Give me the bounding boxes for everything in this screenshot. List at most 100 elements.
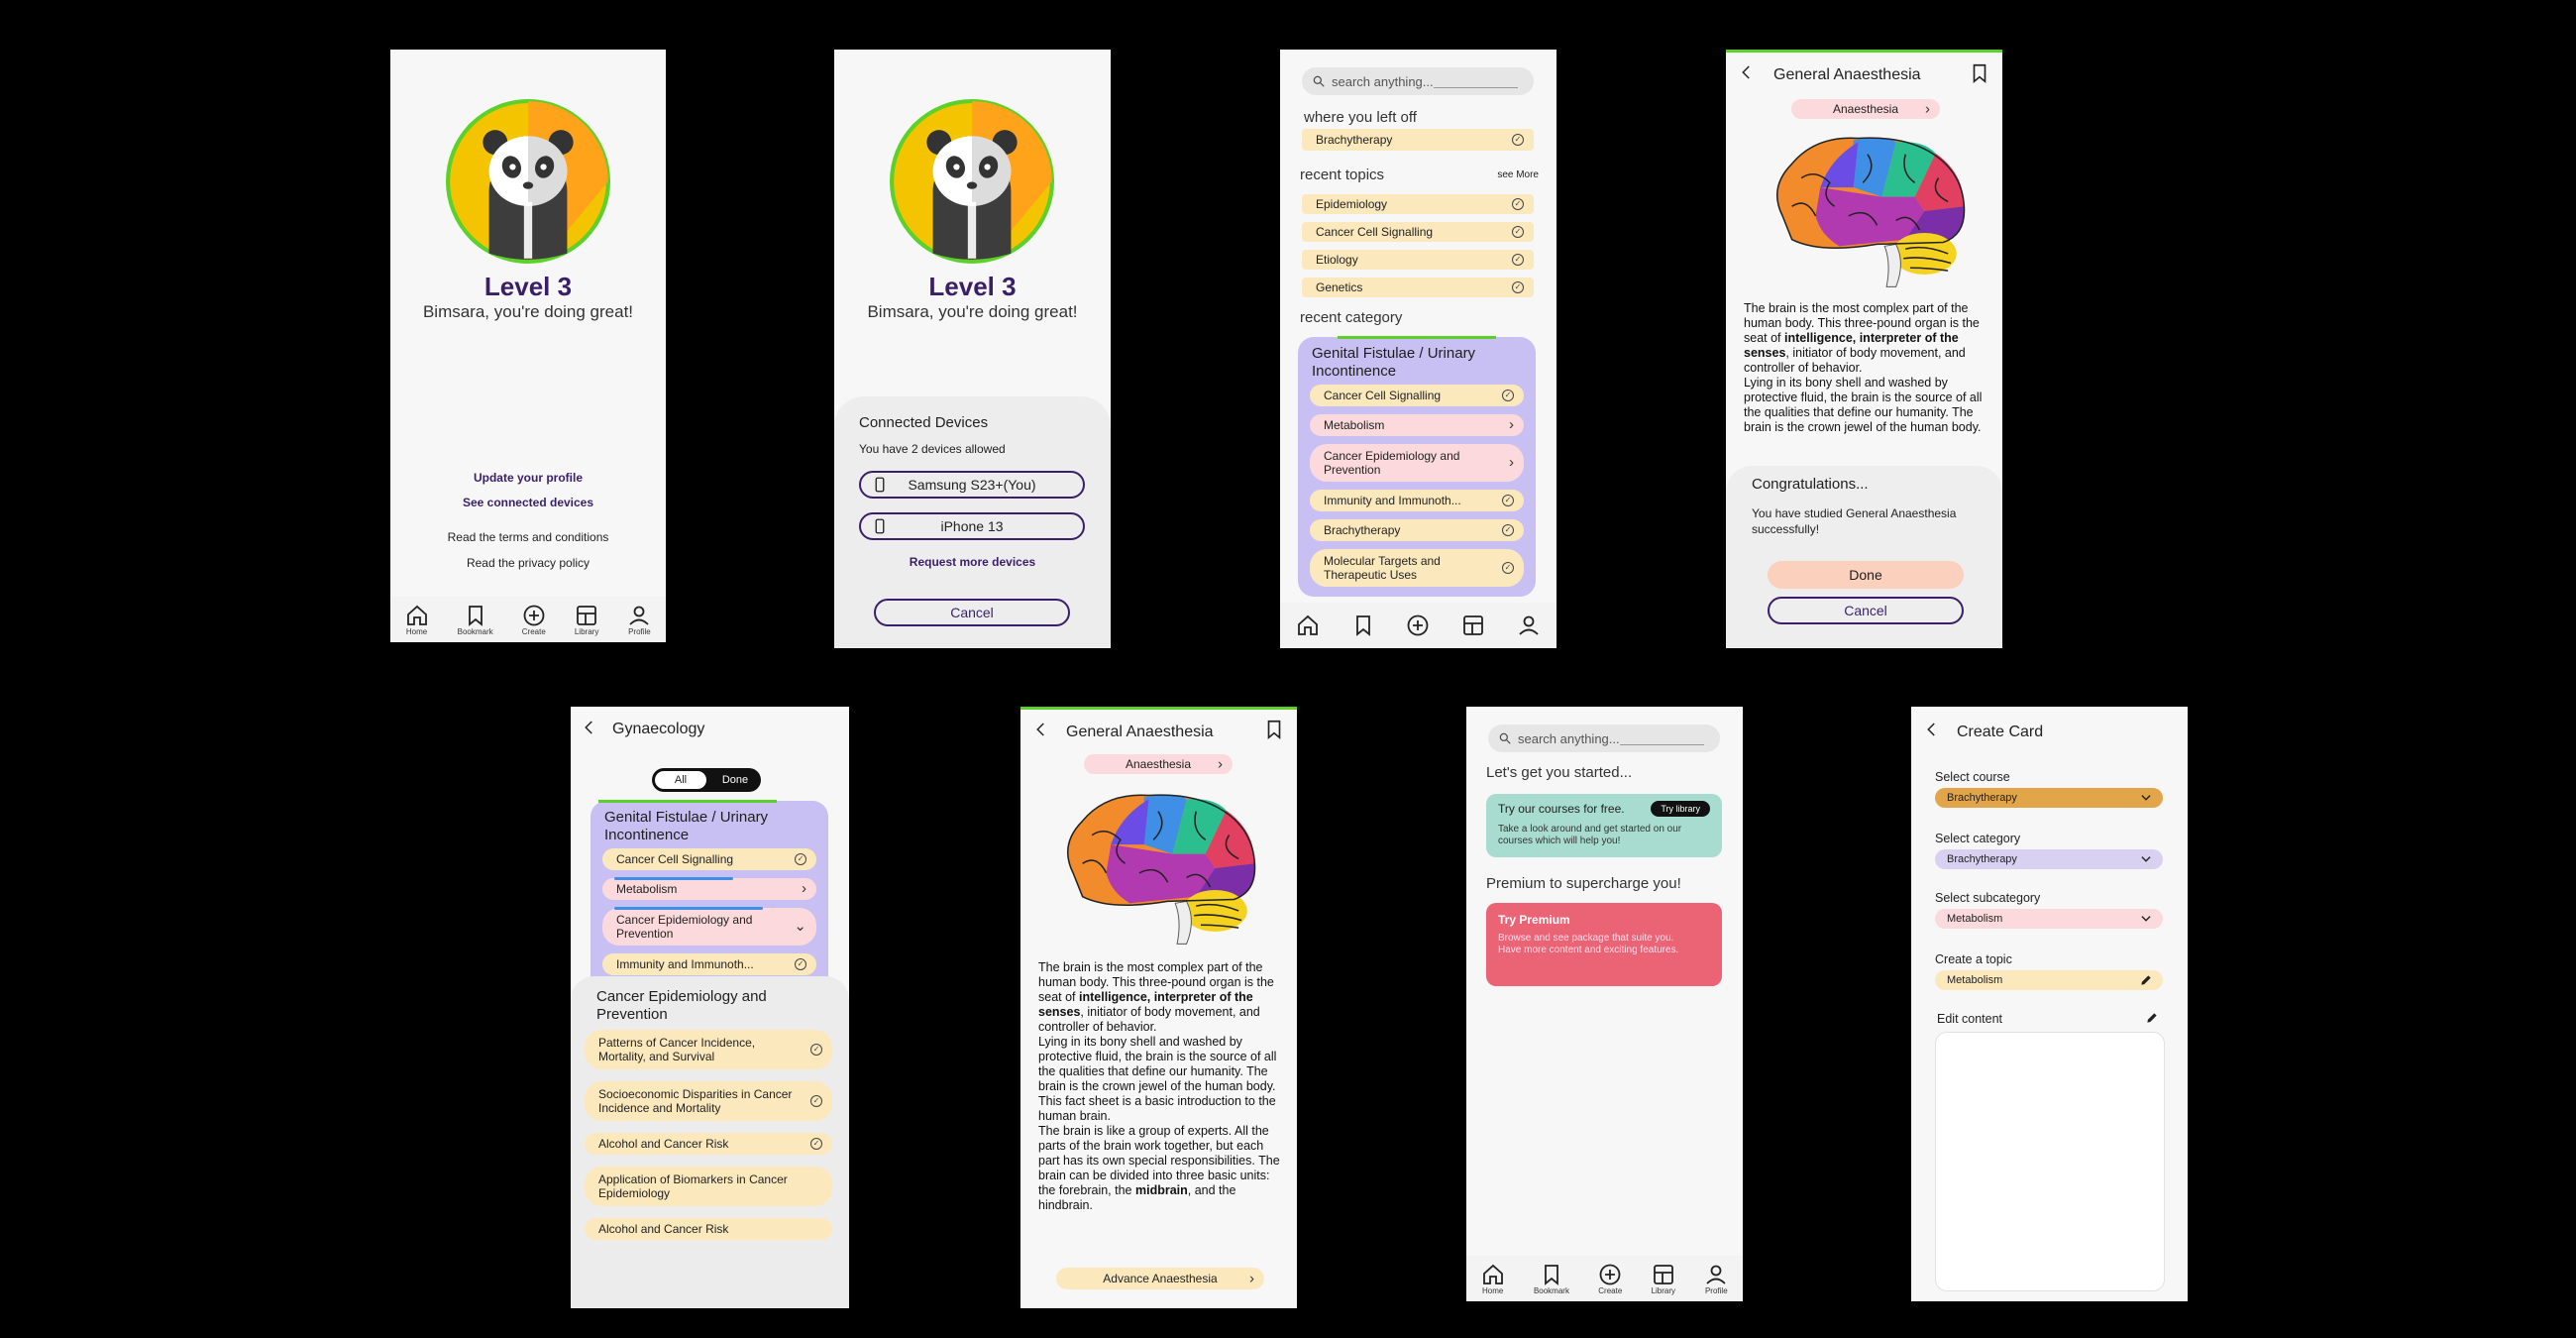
sheet-title: Connected Devices: [859, 414, 989, 431]
bookmark-icon[interactable]: [1969, 62, 1990, 84]
category-select[interactable]: Brachytherapy: [1935, 849, 2163, 869]
nav-home[interactable]: Home: [1481, 1263, 1505, 1295]
category-item[interactable]: Molecular Targets and Therapeutic Uses ✓: [1310, 549, 1524, 587]
content-editor[interactable]: [1935, 1032, 2165, 1291]
nav-create[interactable]: [1406, 613, 1430, 637]
nav-bookmark[interactable]: Bookmark: [458, 604, 493, 636]
profile-icon: [1704, 1263, 1728, 1286]
nav-home[interactable]: Home: [405, 604, 429, 636]
privacy-link[interactable]: Read the privacy policy: [390, 556, 666, 570]
nav-library[interactable]: [1461, 613, 1485, 637]
search-input[interactable]: search anything...: [1488, 725, 1720, 752]
nav-library[interactable]: Library: [1652, 1263, 1675, 1295]
device-samsung[interactable]: Samsung S23+(You): [859, 471, 1085, 499]
subcategory-item[interactable]: Socioeconomic Disparities in Cancer Inci…: [585, 1081, 832, 1121]
subcategory-select[interactable]: Metabolism: [1935, 909, 2163, 929]
screen-anaesthesia-congrats: General Anaesthesia Anaesthesia › The bra…: [1726, 50, 2002, 648]
device-iphone[interactable]: iPhone 13: [859, 512, 1085, 540]
nav-profile[interactable]: Profile: [627, 604, 651, 636]
category-item[interactable]: Immunity and Immunoth... ✓: [602, 953, 816, 975]
category-card[interactable]: Genital Fistulae / Urinary Incontinence …: [590, 800, 828, 1004]
article-text: The brain is the most complex part of th…: [1744, 301, 1984, 435]
topic-row[interactable]: Etiology ✓: [1302, 250, 1534, 270]
nav-home[interactable]: [1296, 613, 1320, 637]
done-button[interactable]: Done: [1768, 561, 1964, 589]
search-input[interactable]: search anything...: [1302, 67, 1534, 95]
category-item[interactable]: Brachytherapy ✓: [1310, 519, 1524, 541]
chevron-right-icon: ›: [1509, 454, 1514, 471]
item-label: Molecular Targets and Therapeutic Uses: [1324, 554, 1441, 582]
advance-anaesthesia-button[interactable]: Advance Anaesthesia ›: [1056, 1268, 1264, 1289]
select-value: Brachytherapy: [1947, 853, 2017, 865]
nav-library[interactable]: Library: [575, 604, 598, 636]
toggle-done[interactable]: Done: [711, 771, 759, 789]
nav-create[interactable]: Create: [522, 604, 546, 636]
topic-row[interactable]: Epidemiology ✓: [1302, 194, 1534, 214]
back-icon[interactable]: [1923, 721, 1941, 738]
screen-anaesthesia: General Anaesthesia Anaesthesia › The bra…: [1020, 707, 1297, 1308]
course-select[interactable]: Brachytherapy: [1935, 788, 2163, 808]
back-icon[interactable]: [1032, 721, 1050, 738]
terms-link[interactable]: Read the terms and conditions: [390, 530, 666, 544]
filter-toggle[interactable]: All Done: [652, 768, 761, 792]
congrats-title: Congratulations...: [1752, 476, 1869, 493]
cancel-button[interactable]: Cancel: [874, 599, 1070, 626]
progress-bar: [614, 877, 733, 880]
topic-row[interactable]: Genetics ✓: [1302, 278, 1534, 297]
topic-row[interactable]: Cancer Cell Signalling ✓: [1302, 222, 1534, 242]
category-item[interactable]: Cancer Cell Signalling ✓: [1310, 385, 1524, 406]
profile-icon: [1517, 613, 1541, 637]
subcategory-item[interactable]: Alcohol and Cancer Risk: [585, 1218, 832, 1240]
nav-profile[interactable]: [1517, 613, 1541, 637]
bold-text: midbrain: [1134, 1183, 1188, 1197]
panda-avatar: [890, 99, 1054, 264]
cancel-button[interactable]: Cancel: [1768, 597, 1964, 624]
subcategory-item[interactable]: Alcohol and Cancer Risk ✓: [585, 1133, 832, 1155]
subcategory-item[interactable]: Application of Biomarkers in Cancer Epid…: [585, 1167, 832, 1206]
update-profile-link[interactable]: Update your profile: [390, 471, 666, 485]
item-label: Application of Biomarkers in Cancer Epid…: [598, 1172, 788, 1200]
back-icon[interactable]: [581, 719, 598, 736]
check-icon: ✓: [810, 1095, 822, 1107]
search-icon: [1498, 731, 1512, 745]
category-item[interactable]: Metabolism ›: [1310, 414, 1524, 436]
see-more-link[interactable]: see More: [1497, 169, 1539, 180]
nav-profile[interactable]: Profile: [1704, 1263, 1728, 1295]
premium-card[interactable]: Try Premium Browse and see package that …: [1486, 903, 1722, 986]
back-icon[interactable]: [1738, 63, 1756, 81]
toggle-all[interactable]: All: [655, 771, 706, 789]
brain-illustration: [1764, 127, 1972, 295]
progress-bar: [1726, 50, 2002, 53]
profile-icon: [627, 604, 651, 627]
topic-input[interactable]: Metabolism: [1935, 970, 2163, 990]
free-courses-card[interactable]: Try our courses for free. Try library Ta…: [1486, 794, 1722, 857]
category-item[interactable]: Cancer Cell Signalling ✓: [602, 848, 816, 870]
subcategory-item[interactable]: Patterns of Cancer Incidence, Mortality,…: [585, 1030, 832, 1069]
try-library-button[interactable]: Try library: [1651, 801, 1710, 817]
left-off-item[interactable]: Brachytherapy ✓: [1302, 129, 1534, 151]
device-label: Samsung S23+(You): [908, 477, 1036, 493]
nav-bookmark[interactable]: Bookmark: [1534, 1263, 1569, 1295]
home-icon: [405, 604, 429, 627]
paragraph: This fact sheet is a basic introduction …: [1038, 1094, 1276, 1123]
category-item[interactable]: Immunity and Immunoth... ✓: [1310, 490, 1524, 511]
category-item[interactable]: Metabolism ›: [602, 877, 816, 900]
pencil-icon[interactable]: [2145, 1011, 2159, 1025]
category-item[interactable]: Cancer Epidemiology and Prevention ⌄: [602, 907, 816, 946]
subcategory-title: Cancer Epidemiology and Prevention: [596, 988, 767, 1023]
category-item[interactable]: Cancer Epidemiology and Prevention ›: [1310, 444, 1524, 482]
tag-anaesthesia[interactable]: Anaesthesia ›: [1791, 99, 1940, 119]
check-icon: ✓: [795, 853, 806, 865]
item-label: Genetics: [1316, 280, 1363, 294]
tag-anaesthesia[interactable]: Anaesthesia ›: [1084, 754, 1233, 774]
nav-bookmark[interactable]: [1351, 613, 1375, 637]
page-title: Gynaecology: [612, 721, 705, 737]
nav-create[interactable]: Create: [1598, 1263, 1622, 1295]
bookmark-icon[interactable]: [1263, 719, 1285, 740]
category-card[interactable]: Genital Fistulae / Urinary Incontinence …: [1298, 336, 1536, 597]
request-devices-link[interactable]: Request more devices: [834, 555, 1111, 569]
greeting: Bimsara, you're doing great!: [422, 302, 634, 321]
item-label: Patterns of Cancer Incidence, Mortality,…: [598, 1036, 756, 1063]
bottom-nav: Home Bookmark Create Library Profile: [390, 597, 666, 642]
connected-devices-link[interactable]: See connected devices: [390, 496, 666, 509]
